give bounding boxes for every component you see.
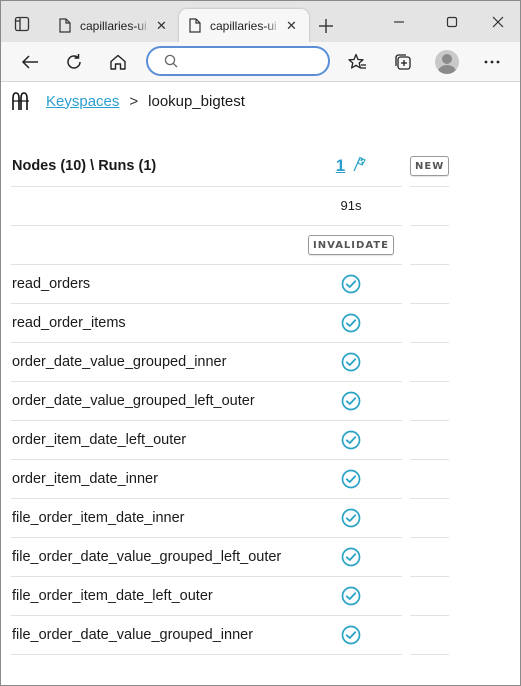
node-status-cell	[300, 381, 402, 421]
check-circle-icon[interactable]	[341, 469, 361, 489]
run-1-link[interactable]: 1	[336, 156, 345, 175]
new-button-cell: NEW	[410, 147, 450, 187]
node-name-cell: order_date_value_grouped_inner	[11, 342, 300, 382]
profile-avatar[interactable]	[435, 50, 459, 74]
node-status-cell	[300, 264, 402, 304]
tab-capillaries-1[interactable]: capillaries-ui ✕	[49, 9, 177, 42]
invalidate-button[interactable]: INVALIDATE	[308, 234, 394, 255]
table-row: order_date_value_grouped_inner	[11, 342, 450, 382]
collections-icon[interactable]	[388, 48, 416, 76]
runs-table: Nodes (10) \ Runs (1) 1 NEW 91s INVALIDA…	[11, 147, 450, 655]
node-name-cell: order_item_date_inner	[11, 459, 300, 499]
node-status-cell	[300, 537, 402, 577]
table-row: file_order_date_value_grouped_inner	[11, 615, 450, 655]
table-row: order_item_date_inner	[11, 459, 450, 499]
check-circle-icon[interactable]	[341, 625, 361, 645]
node-status-cell	[300, 303, 402, 343]
node-name: read_orders	[12, 275, 91, 292]
breadcrumb: Keyspaces > lookup_bigtest	[11, 89, 245, 113]
table-row: read_order_items	[11, 303, 450, 343]
check-circle-icon[interactable]	[341, 274, 361, 294]
close-icon[interactable]: ✕	[286, 19, 297, 32]
breadcrumb-current: lookup_bigtest	[148, 92, 245, 110]
node-name-cell: order_item_date_left_outer	[11, 420, 300, 460]
invalidate-row: INVALIDATE	[11, 225, 450, 265]
window-close-icon[interactable]	[485, 11, 511, 33]
keyspaces-link[interactable]: Keyspaces	[46, 93, 119, 110]
maximize-icon[interactable]	[439, 11, 465, 33]
node-status-cell	[300, 498, 402, 538]
new-run-button[interactable]: NEW	[410, 156, 450, 177]
node-status-cell	[300, 615, 402, 655]
node-name: file_order_item_date_inner	[12, 509, 185, 526]
address-bar[interactable]	[146, 46, 330, 76]
node-name: file_order_item_date_left_outer	[12, 587, 213, 604]
minimize-icon[interactable]	[386, 11, 412, 33]
node-name: order_item_date_inner	[12, 470, 158, 487]
search-icon	[164, 54, 178, 68]
node-name-cell: file_order_item_date_left_outer	[11, 576, 300, 616]
refresh-icon[interactable]	[60, 48, 88, 76]
tab-capillaries-2[interactable]: capillaries-ui ✕	[179, 9, 309, 42]
favorites-star-icon[interactable]	[343, 48, 371, 76]
tab-bar: capillaries-ui ✕ capillaries-ui ✕	[1, 1, 520, 42]
node-name: file_order_date_value_grouped_left_outer	[12, 548, 282, 565]
node-name: order_date_value_grouped_inner	[12, 353, 227, 370]
page-icon	[59, 18, 71, 33]
table-row: read_orders	[11, 264, 450, 304]
nodes-runs-title: Nodes (10) \ Runs (1)	[12, 158, 157, 175]
table-row: order_item_date_left_outer	[11, 420, 450, 460]
tab-title: capillaries-ui	[210, 18, 277, 33]
back-arrow-icon[interactable]	[16, 48, 44, 76]
node-name-cell: file_order_date_value_grouped_inner	[11, 615, 300, 655]
more-menu-icon[interactable]	[478, 48, 506, 76]
capillaries-logo-icon	[11, 90, 31, 112]
check-circle-icon[interactable]	[341, 547, 361, 567]
home-icon[interactable]	[104, 48, 132, 76]
address-input[interactable]	[184, 53, 314, 69]
table-header-row: Nodes (10) \ Runs (1) 1 NEW	[11, 147, 450, 187]
check-circle-icon[interactable]	[341, 508, 361, 528]
breadcrumb-separator: >	[129, 92, 139, 110]
table-row: file_order_item_date_left_outer	[11, 576, 450, 616]
node-name-cell: order_date_value_grouped_left_outer	[11, 381, 300, 421]
check-circle-icon[interactable]	[341, 313, 361, 333]
page-content: Keyspaces > lookup_bigtest Nodes (10) \ …	[1, 83, 520, 685]
tab-actions-icon[interactable]	[9, 11, 35, 37]
node-name: order_item_date_left_outer	[12, 431, 187, 448]
browser-toolbar	[1, 42, 520, 82]
node-name-cell: file_order_item_date_inner	[11, 498, 300, 538]
node-status-cell	[300, 342, 402, 382]
check-circle-icon[interactable]	[341, 430, 361, 450]
table-row: file_order_date_value_grouped_left_outer	[11, 537, 450, 577]
duration-row: 91s	[11, 186, 450, 226]
close-icon[interactable]: ✕	[156, 19, 167, 32]
check-circle-icon[interactable]	[341, 586, 361, 606]
table-row: order_date_value_grouped_left_outer	[11, 381, 450, 421]
node-name: order_date_value_grouped_left_outer	[12, 392, 255, 409]
node-status-cell	[300, 576, 402, 616]
run-duration: 91s	[340, 197, 362, 213]
node-name-cell: read_orders	[11, 264, 300, 304]
node-name-cell: file_order_date_value_grouped_left_outer	[11, 537, 300, 577]
tab-title: capillaries-ui	[80, 18, 147, 33]
browser-window: capillaries-ui ✕ capillaries-ui ✕ Keyspa…	[0, 0, 521, 686]
run-header-cell: 1	[300, 147, 402, 187]
node-status-cell	[300, 459, 402, 499]
node-name: file_order_date_value_grouped_inner	[12, 626, 254, 643]
node-name-cell: read_order_items	[11, 303, 300, 343]
check-circle-icon[interactable]	[341, 352, 361, 372]
check-circle-icon[interactable]	[341, 391, 361, 411]
node-status-cell	[300, 420, 402, 460]
node-name: read_order_items	[12, 314, 126, 331]
page-icon	[189, 18, 201, 33]
table-row: file_order_item_date_inner	[11, 498, 450, 538]
header-cell: Nodes (10) \ Runs (1)	[11, 147, 300, 187]
new-tab-plus-icon[interactable]	[314, 14, 338, 38]
checkered-flag-icon	[352, 156, 367, 176]
